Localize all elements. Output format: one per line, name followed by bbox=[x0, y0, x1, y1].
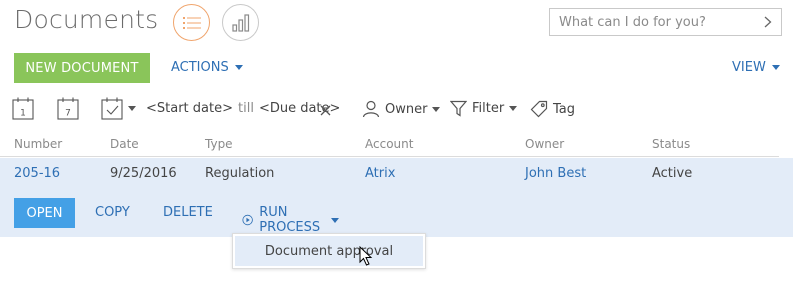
caret-down-icon bbox=[330, 217, 339, 223]
page-title: Documents bbox=[14, 5, 159, 34]
column-header-status[interactable]: Status bbox=[652, 137, 690, 151]
period-select-button[interactable] bbox=[101, 97, 136, 120]
start-date[interactable]: <Start date> bbox=[146, 101, 233, 116]
column-header-date[interactable]: Date bbox=[110, 137, 139, 151]
filter-bar: 1 7 <Start date> till <Due date> Owner F… bbox=[12, 97, 612, 123]
open-button[interactable]: OPEN bbox=[14, 198, 75, 228]
tag-label: Tag bbox=[553, 101, 576, 117]
new-document-button[interactable]: NEW DOCUMENT bbox=[14, 53, 150, 83]
list-view-button[interactable] bbox=[173, 4, 210, 41]
actions-menu-button[interactable]: ACTIONS bbox=[171, 60, 243, 75]
command-search[interactable] bbox=[549, 8, 782, 36]
chart-view-button[interactable] bbox=[222, 4, 259, 41]
caret-down-icon bbox=[234, 65, 243, 70]
list-icon bbox=[182, 16, 201, 29]
actions-label: ACTIONS bbox=[171, 60, 229, 75]
tag-icon bbox=[530, 100, 548, 118]
funnel-icon bbox=[450, 100, 467, 117]
bar-chart-icon bbox=[231, 13, 249, 32]
filter-label: Filter bbox=[472, 101, 505, 116]
cell-status: Active bbox=[652, 166, 693, 181]
column-header-number[interactable]: Number bbox=[14, 137, 62, 151]
search-input[interactable] bbox=[559, 14, 749, 30]
cell-date: 9/25/2016 bbox=[110, 166, 177, 181]
delete-button[interactable]: DELETE bbox=[163, 205, 213, 220]
caret-down-icon bbox=[509, 106, 518, 111]
column-header-owner[interactable]: Owner bbox=[525, 137, 564, 151]
column-header-account[interactable]: Account bbox=[365, 137, 413, 151]
calendar-week-icon: 7 bbox=[57, 97, 79, 120]
tag-filter[interactable]: Tag bbox=[530, 100, 575, 118]
till-label: till bbox=[238, 101, 254, 116]
run-process-label: RUN PROCESS bbox=[259, 205, 321, 235]
caret-down-icon bbox=[128, 106, 136, 111]
cell-number[interactable]: 205-16 bbox=[14, 166, 60, 181]
cell-account[interactable]: Atrix bbox=[365, 166, 395, 181]
cell-type: Regulation bbox=[205, 166, 275, 181]
caret-down-icon bbox=[432, 106, 441, 112]
week-period-button[interactable]: 7 bbox=[57, 97, 79, 120]
filter-menu[interactable]: Filter bbox=[450, 100, 518, 117]
view-menu-button[interactable]: VIEW bbox=[732, 60, 780, 75]
copy-button[interactable]: COPY bbox=[95, 205, 130, 220]
mouse-pointer-icon bbox=[359, 246, 373, 266]
calendar-week-text: 7 bbox=[65, 109, 71, 119]
calendar-check-icon bbox=[101, 97, 123, 120]
clear-dates-icon[interactable] bbox=[320, 105, 331, 116]
caret-down-icon bbox=[771, 65, 780, 70]
owner-filter[interactable]: Owner bbox=[362, 100, 441, 118]
owner-filter-label: Owner bbox=[385, 101, 428, 117]
chevron-right-icon[interactable] bbox=[764, 16, 772, 28]
table-row[interactable]: 205-16 9/25/2016 Regulation Atrix John B… bbox=[0, 158, 793, 237]
run-process-button[interactable]: RUN PROCESS bbox=[242, 205, 339, 235]
calendar-day-text: 1 bbox=[20, 109, 26, 119]
cell-owner[interactable]: John Best bbox=[525, 166, 586, 181]
column-header-type[interactable]: Type bbox=[205, 137, 233, 151]
table-header: Number Date Type Account Owner Status bbox=[0, 137, 779, 157]
play-circle-icon bbox=[242, 214, 253, 226]
menu-item-document-approval[interactable]: Document approval bbox=[235, 236, 423, 266]
user-icon bbox=[362, 100, 380, 118]
date-range[interactable]: <Start date> till <Due date> bbox=[146, 101, 340, 116]
calendar-day-icon: 1 bbox=[12, 97, 34, 120]
view-label: VIEW bbox=[732, 60, 766, 75]
day-period-button[interactable]: 1 bbox=[12, 97, 34, 120]
run-process-menu: Document approval bbox=[232, 233, 426, 269]
